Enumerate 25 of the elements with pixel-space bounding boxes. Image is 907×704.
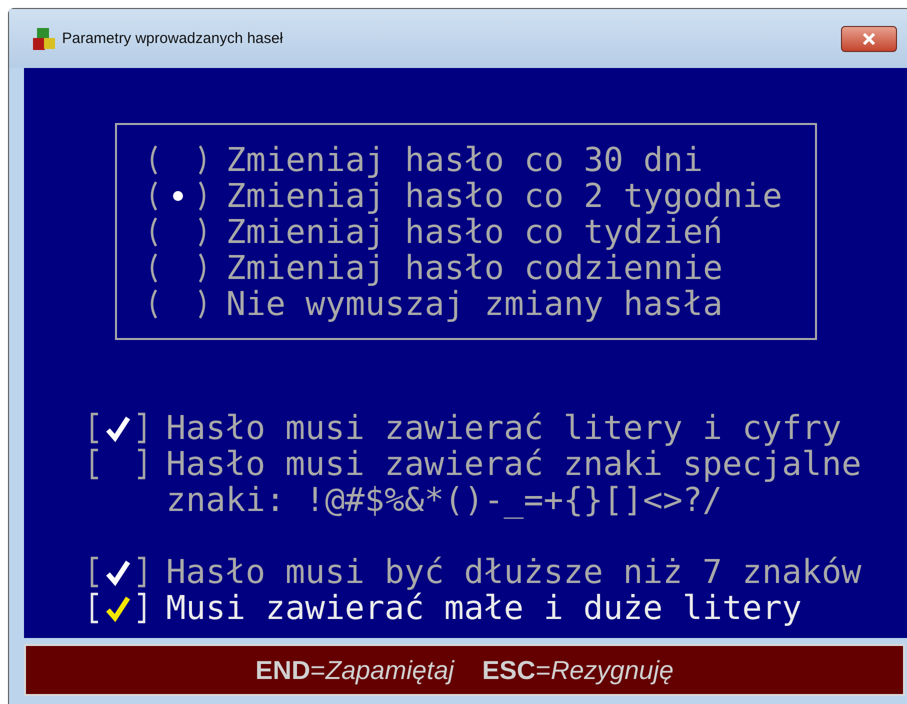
checkbox-label: Hasło musi zawierać znaki specjalne <box>166 446 862 482</box>
note-text: znaki: !@#$%&*()-_=+{}[]<>?/ <box>165 482 722 518</box>
checkbox[interactable] <box>88 412 148 444</box>
shortcut-hint: ESC=Rezygnuję <box>482 654 674 686</box>
checkbox[interactable] <box>88 556 148 588</box>
checkbox-label: Hasło musi zawierać litery i cyfry <box>166 410 842 446</box>
radio-label: Zmieniaj hasło co tydzień <box>226 214 723 250</box>
radio-label: Nie wymuszaj zmiany hasła <box>226 286 723 322</box>
radio-label: Zmieniaj hasło co 2 tygodnie <box>226 178 782 214</box>
shortcut-hint: END=Zapamiętaj <box>255 654 454 686</box>
radio-button[interactable] <box>148 288 208 320</box>
window-title: Parametry wprowadzanych haseł <box>62 30 284 47</box>
radio-button[interactable] <box>148 252 208 284</box>
checkbox[interactable] <box>88 592 148 624</box>
close-icon <box>862 32 876 44</box>
radio-button[interactable] <box>148 180 208 212</box>
radio-button[interactable] <box>148 144 208 176</box>
radio-label: Zmieniaj hasło co 30 dni <box>226 142 703 178</box>
radio-label: Zmieniaj hasło codziennie <box>226 250 723 286</box>
checkbox-label: Hasło musi być dłuższe niż 7 znaków <box>166 554 862 590</box>
app-icon <box>32 26 56 50</box>
radio-button[interactable] <box>148 216 208 248</box>
checkbox-label: Musi zawierać małe i duże litery <box>166 590 802 626</box>
checkbox[interactable] <box>88 448 148 480</box>
close-button[interactable] <box>841 26 897 52</box>
